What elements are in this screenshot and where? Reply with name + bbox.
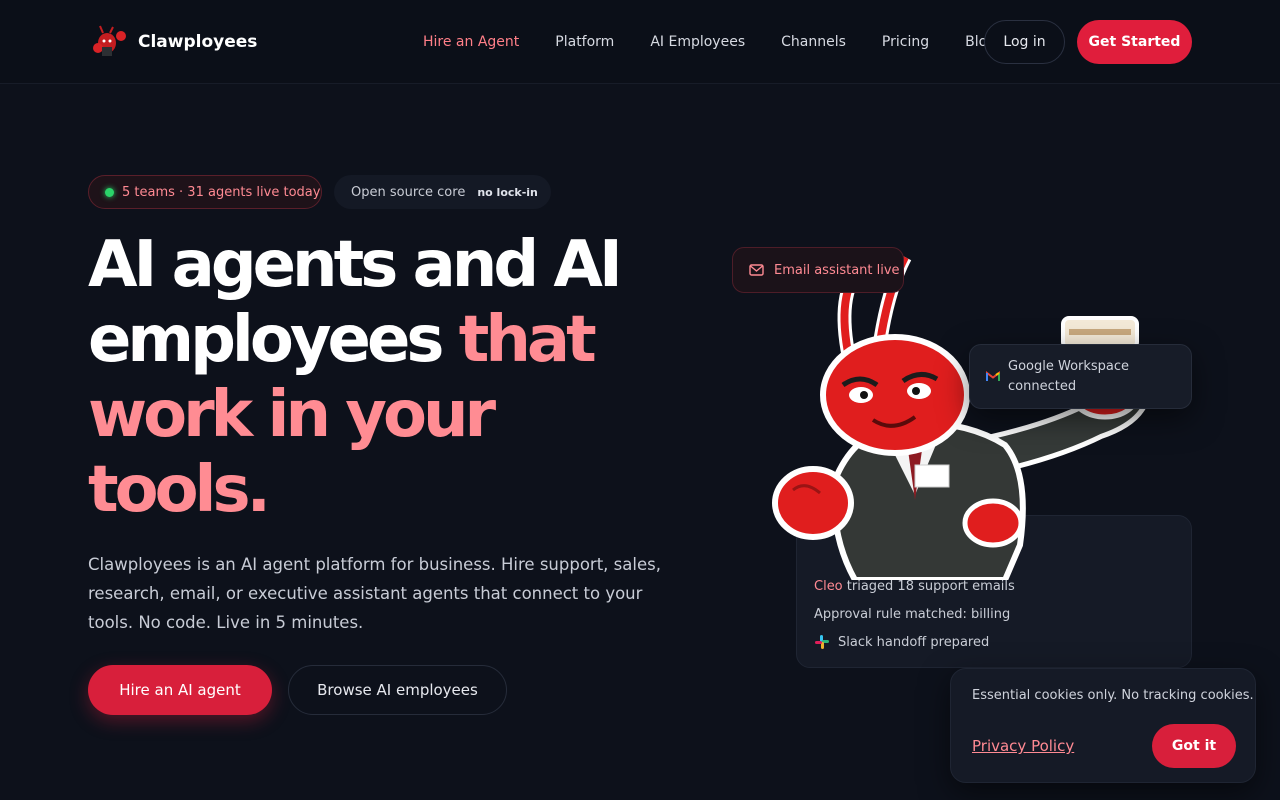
nav-channels[interactable]: Channels [781,34,846,50]
live-dot-icon [105,187,114,197]
gmail-icon [986,371,1000,381]
login-button[interactable]: Log in [984,20,1065,64]
no-lockin-tag: no lock-in [477,185,538,199]
hero-line-2b: that [458,303,597,377]
brand-logo[interactable]: Clawployees [90,25,257,59]
hero-line-1: AI agents and AI [88,228,623,302]
mail-icon [749,264,764,276]
live-status-text: 5 teams · 31 agents live today [122,184,321,200]
activity-line-1-text: triaged 18 support emails [846,579,1015,594]
activity-line-1: Cleo triaged 18 support emails [814,579,1015,594]
nav-hire-agent[interactable]: Hire an Agent [423,34,519,50]
nav-ai-employees[interactable]: AI Employees [650,34,745,50]
lobster-mascot-illustration [772,253,1150,580]
browse-ai-employees-button[interactable]: Browse AI employees [288,665,507,715]
google-workspace-text: Google Workspace connected [1008,358,1130,394]
open-source-text: Open source core [351,184,466,200]
hero-headline: AI agents and AI employees that work in … [88,228,688,528]
lobster-mascot-icon [93,25,126,56]
activity-line-3-text: Slack handoff prepared [838,634,990,650]
agent-name: Cleo [814,579,843,594]
cookie-banner: Essential cookies only. No tracking cook… [950,668,1256,783]
site-header: Clawployees Hire an Agent Platform AI Em… [0,0,1280,84]
cookie-accept-button[interactable]: Got it [1152,724,1236,768]
cookie-message: Essential cookies only. No tracking cook… [972,688,1254,703]
nav-platform[interactable]: Platform [555,34,614,50]
activity-line-3: Slack handoff prepared [814,634,989,650]
hero-line-4: tools. [88,453,271,527]
email-assistant-card: Email assistant live [732,247,904,293]
get-started-button[interactable]: Get Started [1077,20,1192,64]
privacy-policy-link[interactable]: Privacy Policy [972,737,1074,755]
brand-name: Clawployees [138,32,258,52]
email-assistant-text: Email assistant live [774,262,900,278]
hero-line-2a: employees [88,303,444,377]
main-nav: Hire an Agent Platform AI Employees Chan… [423,0,1032,84]
nav-pricing[interactable]: Pricing [882,34,929,50]
activity-line-2: Approval rule matched: billing [814,607,1011,622]
hero-line-2: employees that [88,303,688,378]
open-source-badge: Open source core no lock-in [334,175,551,209]
google-workspace-card: Google Workspace connected [969,344,1192,409]
hero-line-3: work in your [88,378,496,452]
slack-icon [815,635,829,649]
hire-ai-agent-button[interactable]: Hire an AI agent [88,665,272,715]
hero-description: Clawployees is an AI agent platform for … [88,555,661,632]
live-status-badge: 5 teams · 31 agents live today [88,175,322,209]
